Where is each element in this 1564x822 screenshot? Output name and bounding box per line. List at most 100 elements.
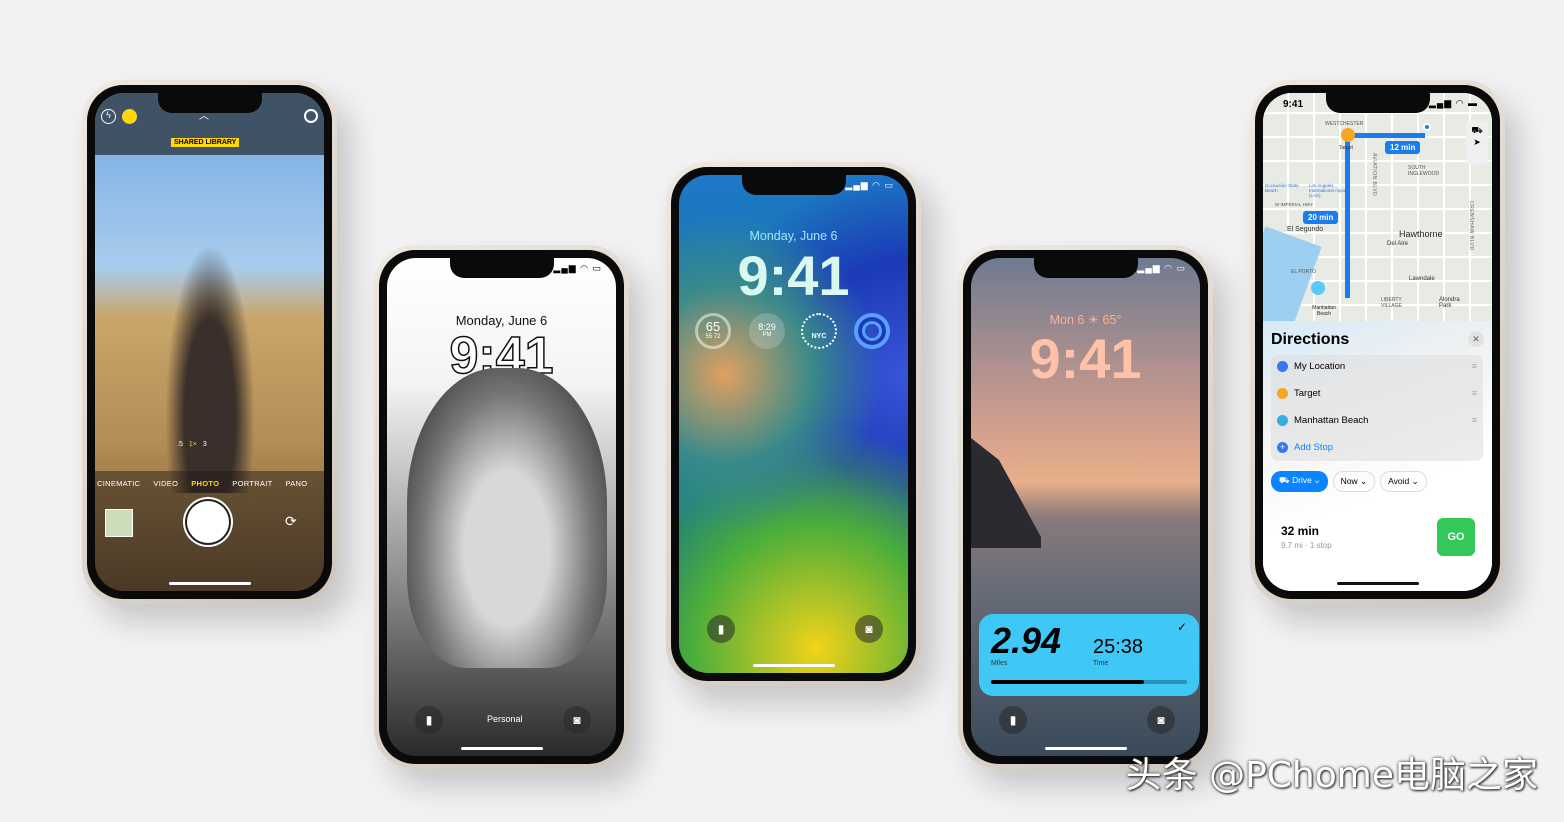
- phone-lock-sunset: ▂▄▆ ◠ ▭ Mon 6 ☀ 65° 9:41 2.94 Miles 25:3…: [958, 245, 1213, 769]
- shared-library-badge: SHARED LIBRARY: [171, 138, 240, 147]
- map-label: EL PORTO: [1291, 269, 1316, 275]
- sunset-ampm: PM: [762, 332, 772, 338]
- target-pin-icon[interactable]: [1341, 128, 1355, 142]
- map-label: SOUTH INGLEWOOD: [1408, 165, 1440, 177]
- zoom-05[interactable]: .5: [177, 441, 183, 448]
- reorder-handle-icon[interactable]: ≡: [1472, 415, 1477, 425]
- phone-camera: ϟ ︿ SHARED LIBRARY .5 1× 3 CINEMATIC VID…: [82, 80, 337, 604]
- shopping-bag-icon: [1277, 388, 1288, 399]
- lock-time: 9:41: [1029, 327, 1142, 390]
- reorder-handle-icon[interactable]: ≡: [1472, 388, 1477, 398]
- activity-rings-icon: [854, 313, 890, 349]
- option-label: Drive: [1292, 475, 1312, 485]
- stop-item[interactable]: My Location: [1277, 361, 1345, 372]
- run-progress-fill: [991, 680, 1144, 684]
- close-icon[interactable]: ✕: [1468, 331, 1484, 347]
- map-label: Los Angeles International Airport (LAX): [1309, 183, 1349, 198]
- stop-label: My Location: [1294, 361, 1346, 372]
- shutter-button[interactable]: [187, 501, 229, 543]
- map-label: Del Aire: [1387, 241, 1409, 247]
- eta-badge-20[interactable]: 20 min: [1303, 211, 1339, 224]
- mode-portrait[interactable]: PORTRAIT: [232, 479, 272, 488]
- weather-widget: 65 55 72: [695, 313, 731, 349]
- world-clock-widget: NYC: [801, 313, 837, 349]
- status-time: 9:41: [1283, 99, 1304, 110]
- zoom-1x[interactable]: 1×: [189, 441, 197, 448]
- map-view[interactable]: 12 min 20 min WESTCHESTER Target SOUTH I…: [1263, 93, 1492, 328]
- option-label: Avoid: [1388, 476, 1410, 486]
- phone-lock-color: ▂▄▆ ◠ ▭ Monday, June 6 9:41 65 55 72 8:29…: [666, 162, 921, 686]
- zoom-3[interactable]: 3: [203, 441, 207, 448]
- lock-time: 9:41: [737, 244, 850, 307]
- live-photo-icon[interactable]: [304, 109, 318, 123]
- eta-badge-12[interactable]: 12 min: [1385, 141, 1421, 154]
- beach-pin-icon[interactable]: [1311, 281, 1325, 295]
- mode-pano[interactable]: PANO: [285, 479, 307, 488]
- map-label: Target: [1339, 145, 1353, 151]
- map-label: Manhattan Beach: [1312, 305, 1336, 317]
- stop-item[interactable]: Target: [1277, 388, 1320, 399]
- add-stop-label: Add Stop: [1294, 442, 1334, 453]
- beach-umbrella-icon: [1277, 415, 1288, 426]
- nike-logo-icon: ✓: [1176, 620, 1187, 634]
- lock-date: Mon 6 ☀ 65°: [1049, 313, 1122, 327]
- cliff: [971, 438, 1041, 548]
- elapsed-label: Time: [1093, 660, 1109, 667]
- flash-icon[interactable]: ϟ: [101, 109, 116, 124]
- map-label: El Segundo: [1287, 226, 1324, 233]
- sunset-widget: 8:29 PM: [749, 313, 785, 349]
- route-details: 9.7 mi · 1 stop: [1281, 541, 1332, 550]
- map-label-crenshaw-blvd: CRENSHAW BLVD: [1468, 201, 1474, 251]
- map-label: Lawndale: [1409, 276, 1435, 282]
- map-label: W IMPERIAL HWY: [1275, 202, 1314, 207]
- portrait-photo: [407, 368, 607, 668]
- phone-lock-bw: ▂▄▆ ◠ ▭ Monday, June 6 9:41 ▮ Personal ◙: [374, 245, 629, 769]
- temperature-range: 55 72: [705, 334, 721, 340]
- photo-subject: [165, 243, 255, 493]
- map-label-aviation-blvd: AVIATION BLVD: [1371, 153, 1377, 197]
- drive-option[interactable]: ⛟ Drive ⌄: [1271, 471, 1328, 492]
- camera-icon[interactable]: ◙: [1147, 706, 1175, 734]
- flashlight-icon[interactable]: ▮: [707, 615, 735, 643]
- flip-camera-icon[interactable]: ⟳: [285, 513, 297, 530]
- avoid-option[interactable]: Avoid ⌄: [1380, 471, 1427, 492]
- driving-mode-button[interactable]: ⛟ ➤: [1466, 121, 1488, 165]
- camera-icon[interactable]: ◙: [855, 615, 883, 643]
- focus-mode-label[interactable]: Personal: [487, 714, 523, 724]
- mode-cinematic[interactable]: CINEMATIC: [97, 479, 140, 488]
- location-arrow-icon: [1277, 361, 1288, 372]
- reorder-handle-icon[interactable]: ≡: [1472, 361, 1477, 371]
- stops-list: My Location Target Manhattan Beach + Add …: [1271, 355, 1483, 461]
- distance-value: 2.94: [991, 620, 1062, 661]
- elapsed-time: 25:38: [1093, 636, 1144, 658]
- watermark: 头条 @PChome电脑之家: [1125, 755, 1538, 796]
- mode-photo[interactable]: PHOTO: [191, 479, 219, 488]
- temperature: 65: [705, 319, 721, 334]
- route-duration: 32 min: [1281, 524, 1320, 538]
- map-label: Dockweiler State Beach: [1265, 183, 1299, 193]
- map-label: Hawthorne: [1399, 229, 1443, 239]
- mode-video[interactable]: VIDEO: [153, 479, 178, 488]
- shared-library-icon[interactable]: [122, 109, 137, 124]
- flashlight-icon[interactable]: ▮: [415, 706, 443, 734]
- now-option[interactable]: Now ⌄: [1332, 471, 1376, 492]
- go-button[interactable]: GO: [1437, 518, 1475, 556]
- flashlight-icon[interactable]: ▮: [999, 706, 1027, 734]
- add-stop-button[interactable]: + Add Stop: [1277, 442, 1333, 453]
- run-progress-bar: [991, 680, 1187, 684]
- plus-icon: +: [1277, 442, 1288, 453]
- photo-thumbnail[interactable]: [105, 509, 133, 537]
- phone-maps: 9:41 ▂▄▆ ◠ ▬ 12 min 20 min WESTCHESTER T…: [1250, 80, 1505, 604]
- distance-label: Miles: [991, 660, 1008, 667]
- option-label: Now: [1340, 476, 1358, 486]
- stop-item[interactable]: Manhattan Beach: [1277, 415, 1368, 426]
- clock-city: NYC: [811, 333, 827, 340]
- stop-label: Target: [1294, 388, 1321, 399]
- sunset-time: 8:29: [758, 322, 776, 332]
- stop-label: Manhattan Beach: [1294, 415, 1369, 426]
- camera-icon[interactable]: ◙: [563, 706, 591, 734]
- lock-date: Monday, June 6: [749, 229, 838, 243]
- map-label: LIBERTY VILLAGE: [1381, 297, 1402, 309]
- map-label: Alondra Park: [1439, 297, 1460, 309]
- nike-run-widget: 2.94 Miles 25:38 Time ✓: [979, 614, 1199, 696]
